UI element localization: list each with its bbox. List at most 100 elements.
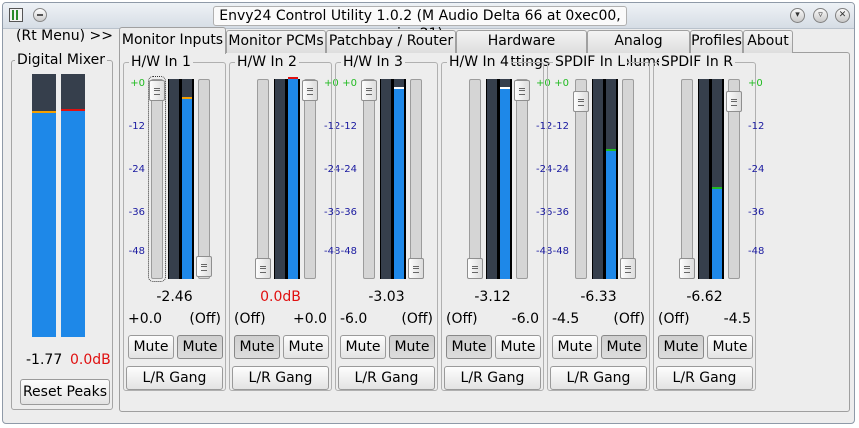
scale-tick-label: -48 [552, 246, 569, 257]
scale-tick-label: -24 [340, 164, 357, 175]
lr-gang-button[interactable]: L/R Gang [656, 366, 753, 390]
meter-peak [182, 97, 192, 99]
tab-patchbay-router[interactable]: Patchbay / Router [326, 30, 456, 53]
tab-analog-volume[interactable]: Analog Volume [587, 30, 690, 70]
mute-right-button[interactable]: Mute [495, 335, 541, 359]
digital-mixer-meter-left [32, 74, 56, 337]
right-volume-slider[interactable] [726, 79, 742, 279]
slider-handle[interactable] [408, 258, 424, 279]
window-title: Envy24 Control Utility 1.0.2 (M Audio De… [213, 6, 627, 42]
meter-level [606, 151, 616, 279]
channel-db-value: -6.62 [686, 289, 723, 305]
tab-about[interactable]: About [743, 30, 793, 53]
meter-bar-left [381, 79, 391, 279]
mute-right-button[interactable]: Mute [177, 335, 223, 359]
mute-left-button[interactable]: Mute [658, 335, 704, 359]
slider-handle[interactable] [196, 256, 212, 277]
app-icon[interactable] [9, 8, 23, 22]
slider-handle[interactable] [514, 80, 530, 101]
shade-button[interactable]: ▾ [790, 8, 805, 23]
meter-peak [32, 111, 56, 114]
tab-monitor-inputs[interactable]: Monitor Inputs [119, 27, 226, 54]
scale-tick-label: -12 [128, 121, 145, 132]
minimize-button[interactable]: ▿ [813, 8, 828, 23]
channel-strip: SPDIF In R +0 -12 -24 -36 -48 -6.62 (Off) -4.5 Mu… [653, 54, 764, 391]
lr-gang-button[interactable]: L/R Gang [232, 366, 329, 390]
level-meter [592, 79, 618, 279]
slider-handle[interactable] [361, 80, 377, 101]
mute-right-button[interactable]: Mute [283, 335, 329, 359]
slider-handle[interactable] [573, 91, 589, 112]
tab-monitor-pcms[interactable]: Monitor PCMs [226, 30, 326, 53]
left-volume-slider[interactable] [255, 79, 271, 279]
meter-level [61, 110, 85, 337]
right-volume-slider[interactable] [408, 79, 424, 279]
left-gain-value: +0.0 [128, 311, 162, 327]
left-volume-slider[interactable] [467, 79, 483, 279]
digital-mixer-meter-right [61, 74, 85, 337]
left-volume-slider[interactable] [361, 79, 377, 279]
right-volume-slider[interactable] [196, 79, 212, 279]
app-window: Envy24 Control Utility 1.0.2 (M Audio De… [2, 2, 855, 424]
channel-name: H/W In 3 [341, 54, 405, 70]
scale-tick-label: -36 [748, 207, 765, 218]
slider-handle[interactable] [726, 91, 742, 112]
right-volume-slider[interactable] [302, 79, 318, 279]
right-gain-value: (Off) [401, 311, 433, 327]
channel-db-value: -3.12 [474, 289, 511, 305]
mute-left-button[interactable]: Mute [446, 335, 492, 359]
meter-peak [394, 87, 404, 89]
lr-gang-button[interactable]: L/R Gang [444, 366, 541, 390]
right-volume-slider[interactable] [620, 79, 636, 279]
meter-peak [606, 149, 616, 151]
reset-peaks-button[interactable]: Reset Peaks [20, 379, 110, 405]
window-menu-icon[interactable] [33, 8, 47, 22]
scale-tick-label: -36 [340, 207, 357, 218]
meter-peak [61, 108, 85, 111]
meter-bar-left [169, 79, 179, 279]
slider-handle[interactable] [679, 258, 695, 279]
slider-handle[interactable] [149, 80, 165, 101]
right-gain-value: (Off) [613, 311, 645, 327]
left-volume-slider[interactable] [679, 79, 695, 279]
right-gain-value: -6.0 [511, 311, 539, 327]
mute-left-button[interactable]: Mute [552, 335, 598, 359]
lr-gang-button[interactable]: L/R Gang [126, 366, 223, 390]
meter-bar-right [712, 79, 722, 279]
db-scale: +0 -12 -24 -36 -48 [105, 79, 145, 279]
meter-bar-left [593, 79, 603, 279]
slider-handle[interactable] [620, 258, 636, 279]
right-volume-slider[interactable] [514, 79, 530, 279]
slider-handle[interactable] [255, 258, 271, 279]
meter-peak [712, 187, 722, 189]
scale-tick-label: +0 [130, 78, 145, 89]
meter-level [182, 99, 192, 279]
mute-right-button[interactable]: Mute [389, 335, 435, 359]
meter-level [394, 89, 404, 279]
meter-bar-right [182, 79, 192, 279]
left-volume-slider[interactable] [573, 79, 589, 279]
slider-handle[interactable] [302, 80, 318, 101]
mute-right-button[interactable]: Mute [707, 335, 753, 359]
mute-right-button[interactable]: Mute [601, 335, 647, 359]
meter-peak [288, 77, 298, 79]
level-meter [168, 79, 194, 279]
lr-gang-button[interactable]: L/R Gang [550, 366, 647, 390]
slider-handle[interactable] [467, 258, 483, 279]
rt-menu-label[interactable]: (Rt Menu) >> [16, 28, 113, 44]
mute-left-button[interactable]: Mute [234, 335, 280, 359]
mute-left-button[interactable]: Mute [340, 335, 386, 359]
close-button[interactable]: ✕ [835, 8, 850, 23]
tab-hardware-settings[interactable]: Hardware Settings [456, 30, 587, 70]
scale-tick-label: -24 [128, 164, 145, 175]
tab-profiles[interactable]: Profiles [690, 30, 743, 53]
meter-bar-right [288, 77, 298, 279]
lr-gang-button[interactable]: L/R Gang [338, 366, 435, 390]
mute-left-button[interactable]: Mute [128, 335, 174, 359]
channel-strip: H/W In 1 +0 -12 -24 -36 -48 -2.46 +0.0 (Off) Mute… [123, 54, 226, 391]
left-volume-slider[interactable] [148, 76, 166, 282]
scale-tick-label: +0 [342, 78, 357, 89]
left-gain-value: (Off) [446, 311, 478, 327]
title-bar[interactable]: Envy24 Control Utility 1.0.2 (M Audio De… [3, 3, 854, 42]
meter-bar-right [606, 79, 616, 279]
